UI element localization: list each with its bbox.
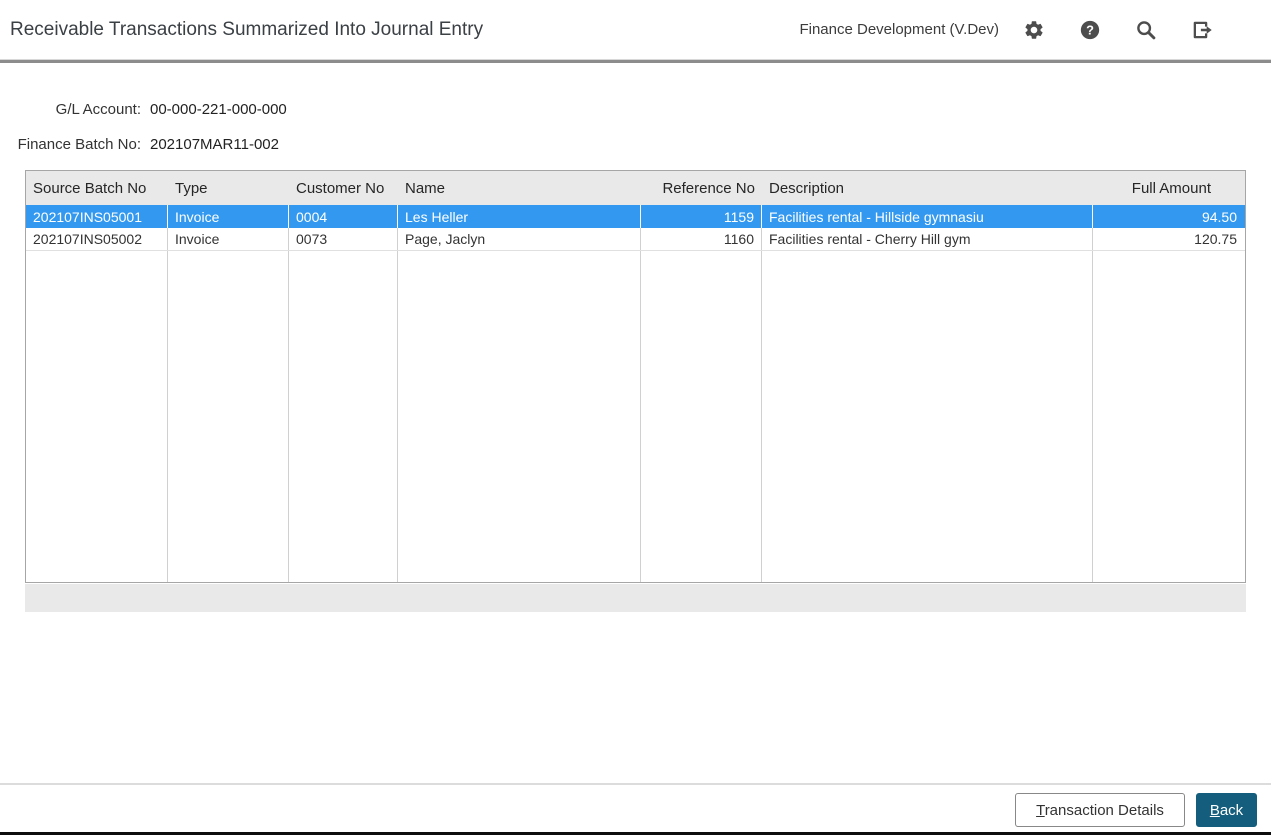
cell-reference-no[interactable]: 1160 xyxy=(641,228,762,250)
grid-empty-area xyxy=(26,251,1245,582)
cell-reference-no[interactable]: 1159 xyxy=(641,205,762,228)
column-header-reference-no[interactable]: Reference No xyxy=(641,180,762,197)
cell-description[interactable]: Facilities rental - Hillside gymnasiu xyxy=(762,205,1093,228)
cell-name[interactable]: Les Heller xyxy=(398,205,641,228)
finance-batch-value: 202107MAR11-002 xyxy=(150,136,279,153)
page-title: Receivable Transactions Summarized Into … xyxy=(10,19,484,40)
cell-customer-no[interactable]: 0004 xyxy=(289,205,398,228)
cell-full-amount[interactable]: 120.75 xyxy=(1093,228,1245,250)
column-header-type[interactable]: Type xyxy=(168,180,289,197)
empty-cell xyxy=(26,251,168,582)
cell-source-batch-no[interactable]: 202107INS05002 xyxy=(26,228,168,250)
cell-customer-no[interactable]: 0073 xyxy=(289,228,398,250)
transaction-details-button[interactable]: Transaction Details xyxy=(1015,793,1185,827)
header-actions: Finance Development (V.Dev) ? xyxy=(799,0,1213,59)
grid-header-row: Source Batch No Type Customer No Name Re… xyxy=(26,171,1245,205)
grid-row[interactable]: 202107INS05002 Invoice 0073 Page, Jaclyn… xyxy=(26,228,1245,251)
finance-batch-label: Finance Batch No: xyxy=(17,136,141,153)
empty-cell xyxy=(398,251,641,582)
header-bar: Receivable Transactions Summarized Into … xyxy=(0,0,1271,59)
finance-batch-field: Finance Batch No: 202107MAR11-002 xyxy=(8,136,279,153)
column-header-full-amount[interactable]: Full Amount xyxy=(1093,180,1245,197)
empty-cell xyxy=(641,251,762,582)
grid-scrollbar-strip xyxy=(25,584,1246,612)
search-icon[interactable] xyxy=(1135,19,1157,41)
help-icon[interactable]: ? xyxy=(1079,19,1101,41)
settings-icon[interactable] xyxy=(1023,19,1045,41)
transactions-grid: Source Batch No Type Customer No Name Re… xyxy=(25,170,1246,583)
footer-divider xyxy=(0,783,1271,785)
gl-account-field: G/L Account: 00-000-221-000-000 xyxy=(8,101,287,118)
grid-row-selected[interactable]: 202107INS05001 Invoice 0004 Les Heller 1… xyxy=(26,205,1245,228)
cell-description[interactable]: Facilities rental - Cherry Hill gym xyxy=(762,228,1093,250)
cell-name[interactable]: Page, Jaclyn xyxy=(398,228,641,250)
empty-cell xyxy=(1093,251,1245,582)
app-window: Receivable Transactions Summarized Into … xyxy=(0,0,1271,835)
header-icon-group: ? xyxy=(1023,19,1213,41)
empty-cell xyxy=(289,251,398,582)
back-button[interactable]: Back xyxy=(1196,793,1257,827)
column-header-source-batch-no[interactable]: Source Batch No xyxy=(26,180,168,197)
column-header-name[interactable]: Name xyxy=(398,180,641,197)
cell-source-batch-no[interactable]: 202107INS05001 xyxy=(26,205,168,228)
cell-type[interactable]: Invoice xyxy=(168,228,289,250)
column-header-description[interactable]: Description xyxy=(762,180,1093,197)
empty-cell xyxy=(762,251,1093,582)
environment-label: Finance Development (V.Dev) xyxy=(799,21,999,38)
svg-text:?: ? xyxy=(1086,22,1094,37)
gl-account-label: G/L Account: xyxy=(55,101,141,118)
signout-icon[interactable] xyxy=(1191,19,1213,41)
column-header-customer-no[interactable]: Customer No xyxy=(289,180,398,197)
empty-cell xyxy=(168,251,289,582)
cell-full-amount[interactable]: 94.50 xyxy=(1093,205,1245,228)
header-divider xyxy=(0,59,1271,63)
cell-type[interactable]: Invoice xyxy=(168,205,289,228)
gl-account-value: 00-000-221-000-000 xyxy=(150,101,287,118)
